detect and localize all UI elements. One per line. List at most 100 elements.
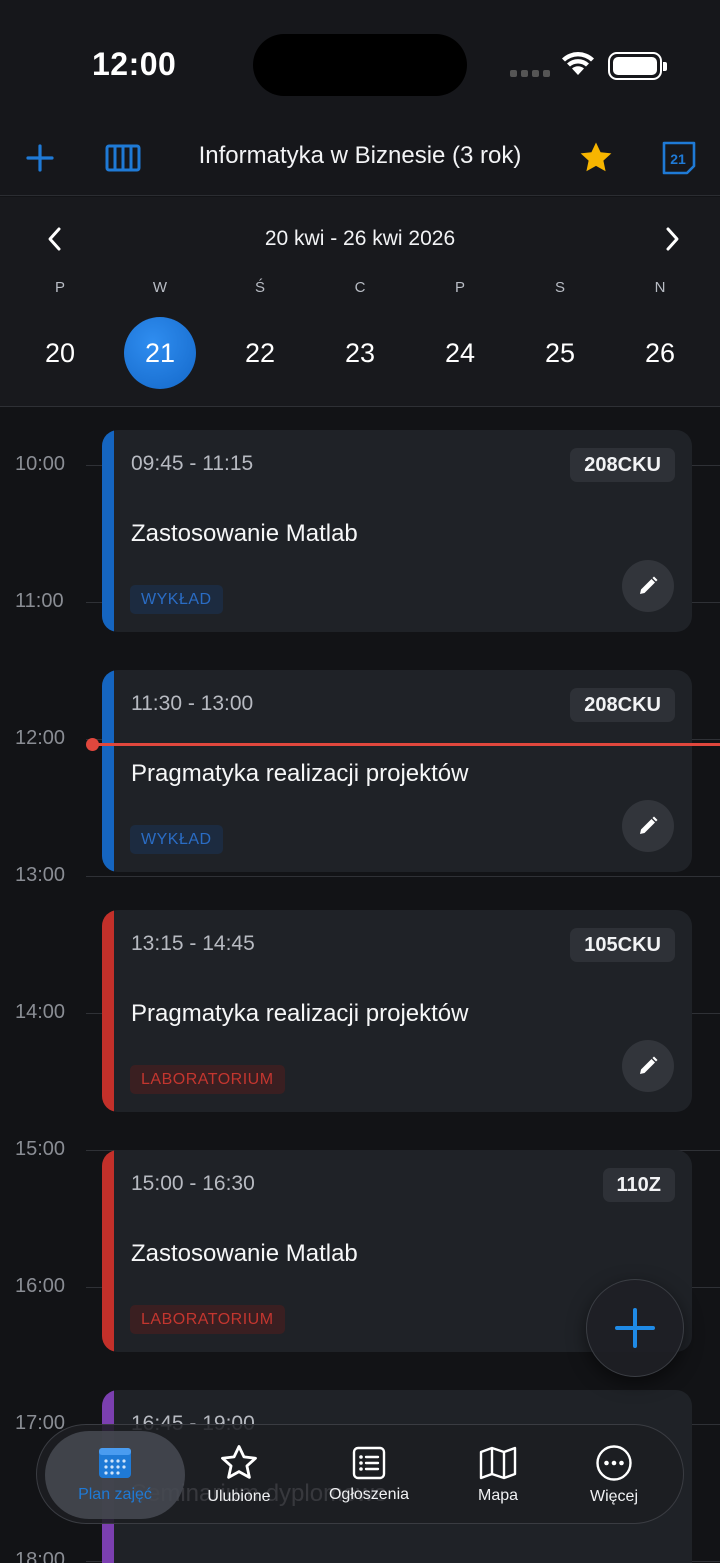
tab-plan-zajec[interactable]: Plan zajęć — [45, 1431, 185, 1519]
class-type-color-bar — [102, 670, 114, 872]
hour-label: 13:00 — [15, 864, 66, 886]
day-number: 22 — [244, 338, 276, 368]
class-card[interactable]: 13:15 - 14:45 105CKU Pragmatyka realizacji… — [102, 910, 692, 1112]
svg-text:21: 21 — [670, 151, 686, 167]
prev-week-button[interactable] — [35, 219, 75, 259]
header-toolbar: Informatyka w Biznesie (3 rok) 21 — [0, 120, 720, 196]
class-type-tag: LABORATORIUM — [130, 1065, 285, 1094]
tab-wiecej[interactable]: Więcej — [569, 1431, 659, 1519]
class-card[interactable]: 11:30 - 13:00 208CKU Pragmatyka realizacji… — [102, 670, 692, 872]
tab-mapa[interactable]: Mapa — [453, 1431, 543, 1519]
dynamic-island — [253, 34, 467, 96]
tab-label: Ogłoszenia — [328, 1486, 410, 1503]
hour-label: 14:00 — [15, 1001, 66, 1023]
class-type-color-bar — [102, 910, 114, 1112]
day-3[interactable]: C 23 — [320, 279, 400, 389]
hour-marker: 13:00 — [0, 864, 720, 886]
favorite-button[interactable] — [572, 134, 620, 182]
day-label: Ś — [254, 279, 265, 296]
class-type-color-bar — [102, 1150, 114, 1352]
room-badge: 208CKU — [570, 688, 675, 722]
class-type-tag: LABORATORIUM — [130, 1305, 285, 1334]
hour-label: 15:00 — [15, 1138, 66, 1160]
battery-icon — [608, 52, 667, 80]
day-number: 20 — [44, 338, 76, 368]
more-dots-icon — [596, 1445, 632, 1481]
edit-class-button[interactable] — [622, 800, 674, 852]
schedule-timeline[interactable]: 10:00 11:00 12:00 13:00 14:00 15:00 16:00 17:00… — [0, 408, 720, 1563]
hour-label: 11:00 — [15, 590, 64, 612]
calendar-grid-icon — [99, 1448, 131, 1478]
class-type-color-bar — [102, 430, 114, 632]
day-label: C — [354, 279, 366, 296]
pencil-icon — [640, 1056, 658, 1074]
chevron-right-icon — [666, 227, 679, 251]
tab-ulubione[interactable]: Ulubione — [187, 1431, 291, 1519]
class-time: 13:15 - 14:45 — [131, 932, 255, 955]
hour-label: 18:00 — [15, 1549, 66, 1563]
bottom-navigation: Plan zajęć Ulubione Ogłoszenia Mapa Więc… — [36, 1424, 684, 1524]
plus-icon — [26, 144, 54, 172]
hour-label: 16:00 — [15, 1275, 66, 1297]
day-1[interactable]: W 21 — [120, 279, 200, 389]
day-number: 24 — [444, 338, 476, 368]
class-type-tag: WYKŁAD — [130, 825, 223, 854]
tab-label: Więcej — [589, 1488, 638, 1505]
tab-label: Ulubione — [207, 1488, 271, 1505]
cellular-signal-icon — [510, 70, 550, 77]
class-time: 15:00 - 16:30 — [131, 1172, 255, 1195]
class-title: Pragmatyka realizacji projektów — [131, 760, 469, 787]
class-time: 11:30 - 13:00 — [131, 692, 254, 715]
page-title[interactable]: Informatyka w Biznesie (3 rok) — [150, 142, 570, 170]
day-label: N — [654, 279, 666, 296]
day-label: P — [54, 279, 65, 296]
edit-class-button[interactable] — [622, 1040, 674, 1092]
add-button[interactable] — [16, 134, 64, 182]
pencil-icon — [640, 816, 658, 834]
hour-gridline — [86, 876, 720, 877]
day-0[interactable]: P 20 — [20, 279, 100, 389]
day-number: 21 — [124, 317, 196, 389]
view-toggle-button[interactable] — [99, 134, 147, 182]
day-5[interactable]: S 25 — [520, 279, 600, 389]
star-icon — [580, 142, 612, 172]
class-title: Zastosowanie Matlab — [131, 520, 358, 547]
class-title: Pragmatyka realizacji projektów — [131, 1000, 469, 1027]
next-week-button[interactable] — [652, 219, 692, 259]
list-icon — [352, 1446, 386, 1480]
map-icon — [479, 1446, 517, 1480]
plus-icon — [615, 1308, 655, 1348]
tab-ogloszenia[interactable]: Ogłoszenia — [309, 1431, 429, 1519]
columns-icon — [105, 144, 141, 172]
add-class-button[interactable] — [586, 1279, 684, 1377]
status-bar: 12:00 — [0, 0, 720, 120]
today-button[interactable]: 21 — [655, 134, 703, 182]
day-label: P — [454, 279, 465, 296]
hour-label: 12:00 — [15, 727, 66, 749]
current-time-line — [92, 743, 720, 746]
day-2[interactable]: Ś 22 — [220, 279, 300, 389]
room-badge: 110Z — [602, 1168, 675, 1202]
class-title: Zastosowanie Matlab — [131, 1240, 358, 1267]
day-number: 26 — [644, 338, 676, 368]
room-badge: 105CKU — [570, 928, 675, 962]
week-range-label: 20 kwi - 26 kwi 2026 — [264, 227, 456, 250]
status-time: 12:00 — [92, 46, 177, 82]
day-label: S — [554, 279, 565, 296]
week-header: 20 kwi - 26 kwi 2026 P 20 W 21 Ś 22 C 23 P 24 S 25 N… — [0, 197, 720, 407]
day-6[interactable]: N 26 — [620, 279, 700, 389]
day-number: 25 — [544, 338, 576, 368]
day-label: W — [152, 279, 168, 296]
class-card[interactable]: 09:45 - 11:15 208CKU Zastosowanie Matlab WY… — [102, 430, 692, 632]
chevron-left-icon — [48, 227, 61, 251]
hour-label: 10:00 — [15, 453, 66, 475]
calendar-day-icon: 21 — [662, 141, 696, 175]
day-number: 23 — [344, 338, 376, 368]
pencil-icon — [640, 576, 658, 594]
tab-label: Mapa — [477, 1487, 519, 1504]
star-outline-icon — [221, 1445, 257, 1479]
wifi-icon — [562, 52, 594, 75]
edit-class-button[interactable] — [622, 560, 674, 612]
class-type-tag: WYKŁAD — [130, 585, 223, 614]
day-4[interactable]: P 24 — [420, 279, 500, 389]
